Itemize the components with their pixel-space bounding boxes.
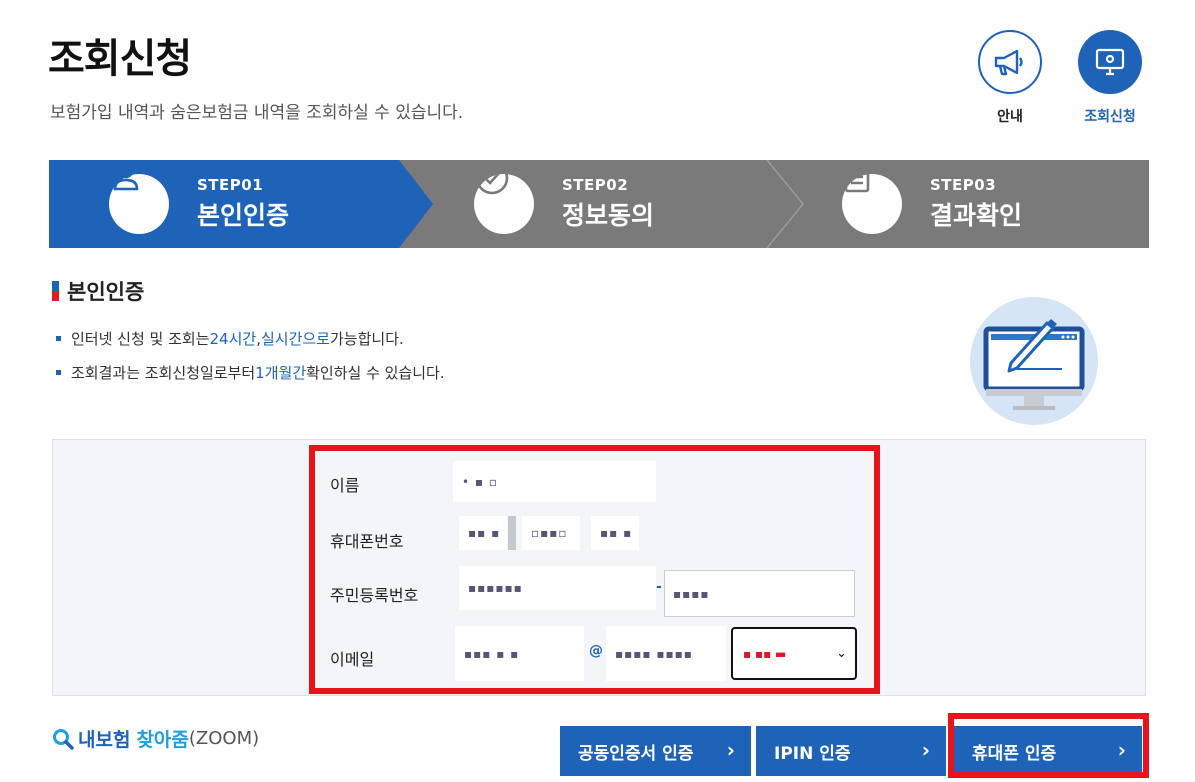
page-title: 조회신청 (48, 36, 192, 82)
guide-link[interactable]: 안내 (977, 30, 1043, 126)
step-1: STEP01 본인인증 (109, 160, 289, 248)
zoom-logo-part2: 찾아줌 (136, 729, 189, 751)
form-highlight-box (309, 445, 880, 694)
step-progress: STEP01 본인인증 STEP02 정보동의 STEP03 결과확인 (49, 160, 1149, 248)
certificate-auth-label: 공동인증서 인증 (578, 743, 694, 764)
step-2-number: STEP02 (562, 176, 629, 194)
notice-item: 인터넷 신청 및 조회는 24시간, 실시간으로 가능합니다. (56, 328, 445, 349)
step-3-number: STEP03 (930, 176, 997, 194)
step-1-number: STEP01 (197, 176, 264, 194)
notice-text: 인터넷 신청 및 조회는 (71, 330, 210, 348)
notice-text: 조회결과는 조회신청일로부터 (71, 364, 256, 382)
page-subtitle: 보험가입 내역과 숨은보험금 내역을 조회하실 수 있습니다. (50, 103, 464, 123)
ipin-auth-button[interactable]: IPIN 인증 › (756, 726, 946, 776)
section-title: 본인인증 (52, 276, 144, 306)
notice-text: 가능합니다. (330, 330, 404, 348)
computer-illustration (970, 297, 1098, 425)
guide-label: 안내 (997, 109, 1023, 125)
section-title-text: 본인인증 (67, 280, 145, 304)
check-circle-icon (474, 161, 534, 234)
step-1-name: 본인인증 (197, 201, 290, 230)
chevron-right-icon: › (921, 738, 930, 762)
step-3: STEP03 결과확인 (842, 160, 1022, 248)
notice-list: 인터넷 신청 및 조회는 24시간, 실시간으로 가능합니다. 조회결과는 조회… (56, 328, 445, 396)
monitor-icon (1078, 30, 1142, 94)
bullet-icon (56, 370, 61, 375)
apply-label: 조회신청 (1084, 109, 1136, 125)
zoom-logo-part3: (ZOOM) (188, 728, 260, 749)
notice-highlight: 1개월간 (255, 364, 307, 382)
search-icon (53, 728, 74, 750)
notice-highlight: 24시간 (209, 330, 257, 348)
step-3-name: 결과확인 (930, 201, 1023, 230)
step-2-name: 정보동의 (562, 201, 655, 230)
apply-link[interactable]: 조회신청 (1077, 30, 1143, 126)
notice-text: 확인하실 수 있습니다. (306, 364, 445, 382)
certificate-auth-button[interactable]: 공동인증서 인증 › (560, 726, 751, 776)
notice-item: 조회결과는 조회신청일로부터 1개월간 확인하실 수 있습니다. (56, 362, 445, 383)
chevron-right-icon: › (726, 738, 735, 762)
user-icon (109, 163, 169, 234)
bullet-icon (56, 336, 61, 341)
document-icon (842, 161, 902, 234)
section-marker (52, 281, 59, 301)
zoom-logo: 내보험 찾아줌 (ZOOM) (52, 725, 259, 752)
notice-highlight: 실시간으로 (260, 330, 330, 348)
step-2: STEP02 정보동의 (474, 160, 654, 248)
ipin-auth-label: IPIN 인증 (774, 743, 851, 764)
zoom-logo-part1: 내보험 (78, 729, 131, 751)
phone-button-highlight-box (948, 713, 1149, 778)
megaphone-icon (978, 30, 1042, 94)
